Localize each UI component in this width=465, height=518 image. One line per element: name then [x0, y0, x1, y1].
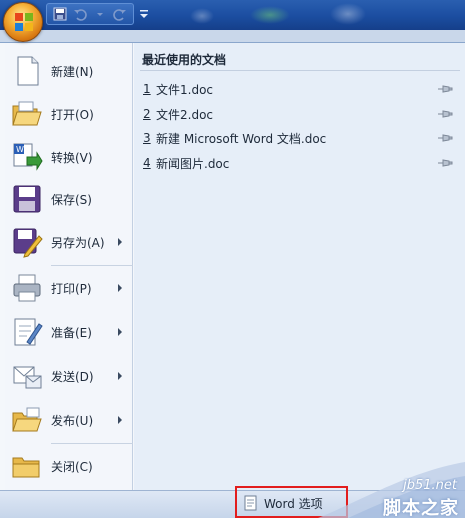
menu-item-label: 转换(V)	[51, 150, 93, 165]
menu-item-new[interactable]: 新建(N)	[5, 51, 133, 91]
submenu-arrow-icon	[118, 372, 122, 380]
prepare-icon	[14, 318, 43, 346]
menu-item-label: 发送(D)	[51, 369, 94, 384]
menu-item-label: 打印(P)	[51, 281, 92, 296]
menu-command-list: 新建(N) 打开(O) W 转换(V) 保存(S) 另存为(A) 打印(P) 准…	[5, 43, 133, 491]
pin-icon[interactable]	[437, 132, 453, 144]
recent-document-name: 新建 Microsoft Word 文档.doc	[156, 131, 327, 146]
print-icon	[13, 274, 41, 302]
menu-divider	[51, 443, 133, 444]
menu-item-label: 准备(E)	[51, 325, 92, 340]
menu-item-prepare[interactable]: 准备(E)	[5, 312, 133, 352]
save-icon[interactable]	[51, 5, 69, 23]
quick-access-toolbar	[46, 3, 134, 25]
menu-item-open[interactable]: 打开(O)	[5, 94, 133, 134]
office-button[interactable]	[3, 2, 43, 42]
convert-icon: W	[13, 143, 43, 171]
menu-item-save-as[interactable]: 另存为(A)	[5, 222, 133, 262]
menu-item-publish[interactable]: 发布(U)	[5, 400, 133, 440]
submenu-arrow-icon	[118, 238, 122, 246]
menu-divider	[51, 265, 133, 266]
pin-icon[interactable]	[437, 108, 453, 120]
menu-item-convert[interactable]: W 转换(V)	[5, 137, 133, 177]
recent-document-name: 新闻图片.doc	[156, 156, 230, 171]
send-icon	[13, 366, 42, 389]
recent-document-item[interactable]: 1 文件1.doc	[134, 78, 465, 100]
recent-document-number: 4	[143, 156, 151, 170]
publish-icon	[12, 407, 42, 432]
recent-document-name: 文件1.doc	[156, 82, 214, 97]
pin-icon[interactable]	[437, 83, 453, 95]
dropdown-arrow-icon[interactable]	[91, 5, 109, 23]
submenu-arrow-icon	[118, 416, 122, 424]
titlebar-glow	[330, 3, 366, 25]
customize-quick-access-button[interactable]	[138, 5, 150, 23]
new-document-icon	[17, 56, 39, 86]
menu-item-label: 关闭(C)	[51, 459, 93, 474]
undo-icon[interactable]	[71, 5, 89, 23]
titlebar-glow	[250, 6, 290, 24]
save-as-icon	[13, 228, 43, 258]
svg-text:W: W	[16, 145, 24, 154]
save-icon	[13, 185, 41, 213]
recent-document-number: 1	[143, 82, 151, 96]
submenu-arrow-icon	[118, 284, 122, 292]
menu-item-label: 发布(U)	[51, 413, 94, 428]
recent-documents-panel: 最近使用的文档 1 文件1.doc 2 文件2.doc 3 新建 Microso…	[134, 43, 465, 491]
menu-item-label: 打开(O)	[51, 107, 94, 122]
menu-item-close[interactable]: 关闭(C)	[5, 446, 133, 486]
recent-document-item[interactable]: 4 新闻图片.doc	[134, 152, 465, 174]
recent-title-divider	[140, 70, 460, 71]
recent-document-item[interactable]: 2 文件2.doc	[134, 103, 465, 125]
watermark-url: jb51.net	[403, 478, 457, 493]
close-folder-icon	[12, 457, 40, 478]
recent-document-item[interactable]: 3 新建 Microsoft Word 文档.doc	[134, 127, 465, 149]
recent-document-number: 3	[143, 131, 151, 145]
menu-item-send[interactable]: 发送(D)	[5, 356, 133, 396]
office-logo-icon	[15, 13, 33, 31]
menu-item-save[interactable]: 保存(S)	[5, 179, 133, 219]
menu-item-label: 新建(N)	[51, 64, 94, 79]
open-folder-icon	[12, 101, 42, 126]
office-menu: 新建(N) 打开(O) W 转换(V) 保存(S) 另存为(A) 打印(P) 准…	[0, 42, 465, 491]
submenu-arrow-icon	[118, 328, 122, 336]
pin-icon[interactable]	[437, 157, 453, 169]
recent-document-number: 2	[143, 107, 151, 121]
menu-item-label: 保存(S)	[51, 192, 92, 207]
recent-document-name: 文件2.doc	[156, 107, 214, 122]
recent-documents-title: 最近使用的文档	[142, 53, 227, 67]
menu-item-label: 另存为(A)	[51, 235, 105, 250]
titlebar-glow	[190, 8, 214, 24]
redo-icon[interactable]	[111, 5, 129, 23]
watermark-text: 脚本之家	[383, 498, 459, 518]
menu-item-print[interactable]: 打印(P)	[5, 268, 133, 308]
